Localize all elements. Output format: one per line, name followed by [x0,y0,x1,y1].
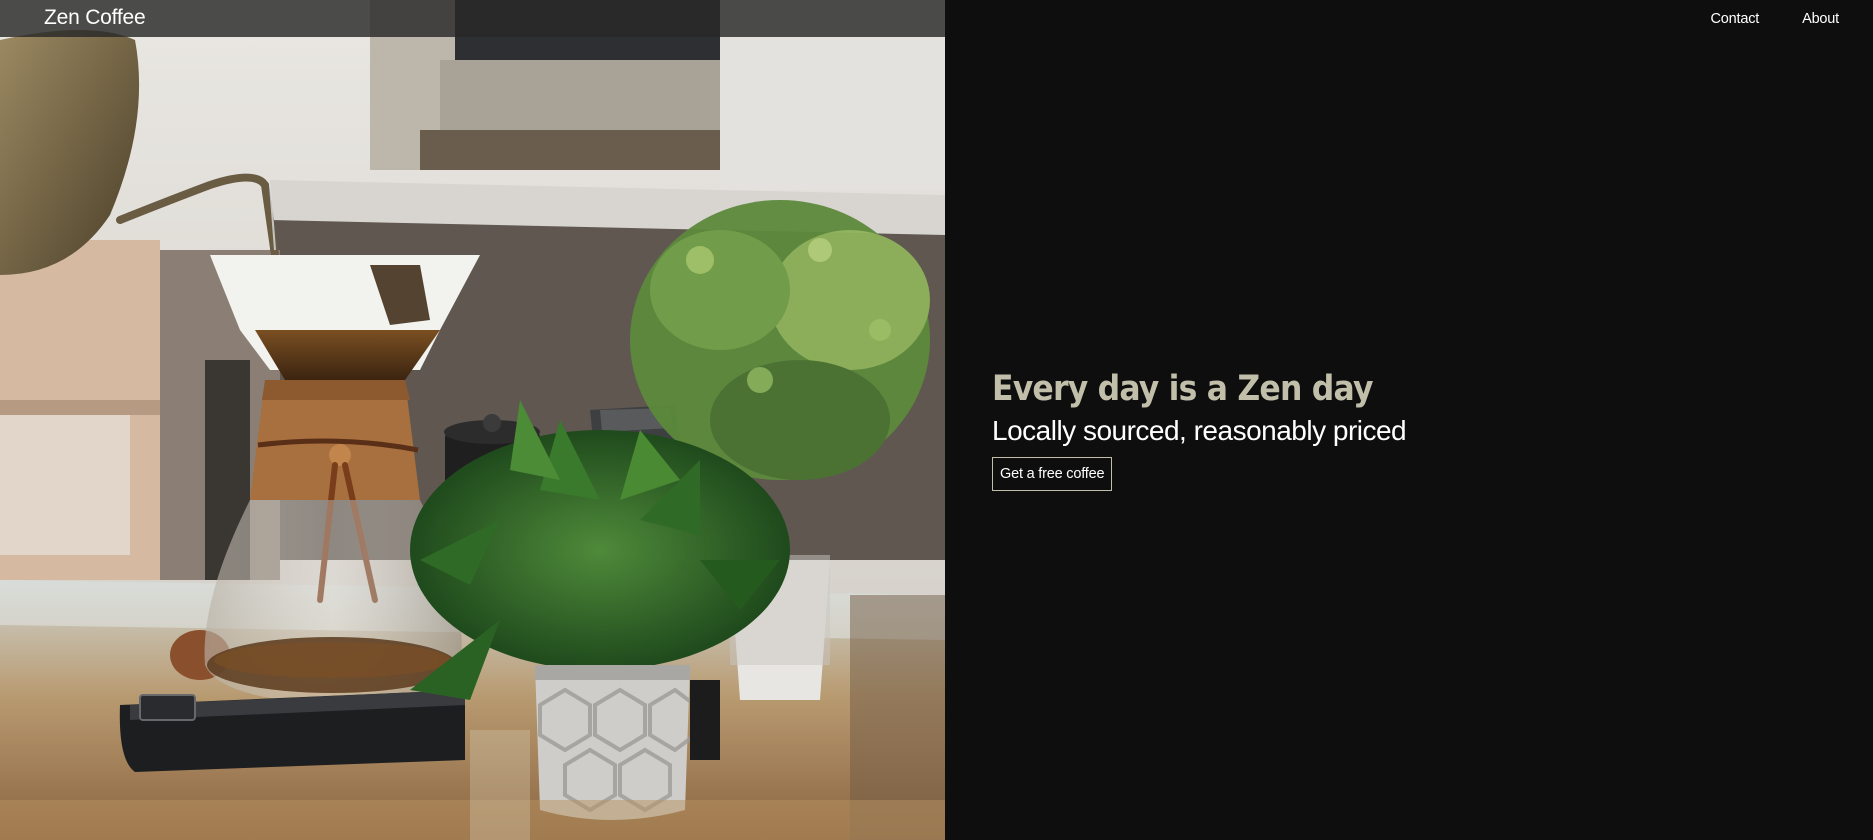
top-navbar: Zen Coffee Contact About [0,0,1873,37]
nav-link-about[interactable]: About [1802,11,1839,27]
nav-link-contact[interactable]: Contact [1711,11,1760,27]
brand-logo-link[interactable]: Zen Coffee [44,5,146,31]
hero-section: Every day is a Zen day Locally sourced, … [992,365,1812,491]
hero-title: Every day is a Zen day [992,369,1373,409]
coffee-photo [0,0,945,840]
hero-image [0,0,945,840]
landing-page: Zen Coffee Contact About Every day is a … [0,0,1873,840]
nav-links: Contact About [1711,0,1840,37]
get-free-coffee-button[interactable]: Get a free coffee [992,457,1113,491]
hero-subtitle: Locally sourced, reasonably priced [992,415,1407,446]
